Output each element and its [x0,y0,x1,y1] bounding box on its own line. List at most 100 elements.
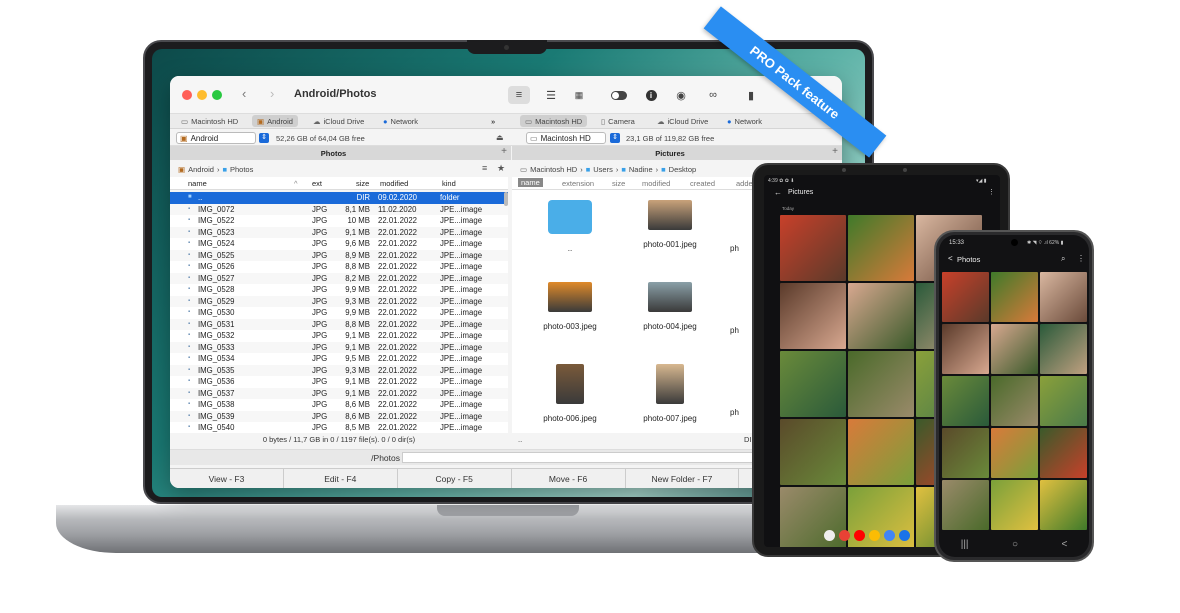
back-arrow-icon[interactable]: ← [774,188,782,197]
back-icon[interactable]: ‹ [242,86,246,101]
photo-tile[interactable] [991,480,1038,530]
col-size[interactable]: size [356,179,369,188]
col-ext[interactable]: ext [312,179,322,188]
photo-tile[interactable] [780,419,846,485]
col-modified-right[interactable]: modified [642,179,670,188]
back-icon[interactable]: < [1061,539,1067,550]
scrollbar[interactable] [504,192,508,206]
breadcrumb-item[interactable]: Users [593,165,613,174]
photo-tile[interactable] [991,376,1038,426]
right-drive-select[interactable]: ▭ Macintosh HD [526,132,606,144]
tab-icloud-left[interactable]: ☁ iCloud Drive [308,115,369,127]
info-icon[interactable]: i [640,86,662,104]
photo-thumbnail[interactable]: photo-001.jpeg [630,200,710,249]
photo-tile[interactable] [1040,272,1087,322]
new-folder-button[interactable]: New Folder - F7 [626,469,740,488]
search-icon[interactable]: ⌕ [1061,254,1065,264]
add-tab-icon-left[interactable]: + [497,146,511,160]
photo-thumbnail[interactable]: photo-003.jpeg [530,282,610,331]
table-row[interactable]: ▪ IMG_0523 JPG 9,1 MB 22.01.2022 JPE...image [170,226,508,238]
photo-tile[interactable] [991,428,1038,478]
folder-thumbnail[interactable]: .. [530,200,610,253]
photo-tile[interactable] [942,272,989,322]
table-row[interactable]: ■.. DIR 09.02.2020 folder [170,192,508,204]
photo-tile[interactable] [848,215,914,281]
star-icon[interactable]: ★ [497,163,505,174]
table-row[interactable]: ▪ IMG_0538 JPG 8,6 MB 22.01.2022 JPE...image [170,399,508,411]
photos-icon[interactable] [869,529,880,541]
table-row[interactable]: ▪ IMG_0540 JPG 8,5 MB 22.01.2022 JPE...image [170,422,508,433]
col-extension[interactable]: extension [562,179,594,188]
tablet-menu-icon[interactable]: ⋮ [988,188,995,196]
app-icon[interactable] [824,529,835,541]
left-drive-select[interactable]: ▣ Android [176,132,256,144]
photo-thumbnail[interactable]: photo-006.jpeg [530,364,610,423]
tab-macintosh-hd-right[interactable]: ▭ Macintosh HD [520,115,588,127]
table-row[interactable]: ▪ IMG_0535 JPG 9,3 MB 22.01.2022 JPE...image [170,364,508,376]
photo-tile[interactable] [848,351,914,417]
table-row[interactable]: ▪ IMG_0524 JPG 9,6 MB 22.01.2022 JPE...image [170,238,508,250]
move-button[interactable]: Move - F6 [512,469,626,488]
photo-tile[interactable] [942,428,989,478]
photo-tile[interactable] [991,272,1038,322]
photo-tile[interactable] [780,215,846,281]
col-created[interactable]: created [690,179,715,188]
col-kind[interactable]: kind [442,179,456,188]
eye-icon[interactable]: ◉ [670,86,692,104]
list-view-icon[interactable]: ≡ [508,86,530,104]
table-row[interactable]: ▪ IMG_0539 JPG 8,6 MB 22.01.2022 JPE...image [170,410,508,422]
home-icon[interactable]: ○ [1012,539,1018,550]
photo-tile[interactable] [848,419,914,485]
breadcrumb-item[interactable]: Android [188,165,214,174]
eject-icon[interactable]: ⏏ [496,133,504,142]
right-drive-dropdown-icon[interactable]: ⇕ [610,133,620,143]
binoculars-icon[interactable]: ∞ [702,86,724,104]
table-row[interactable]: ▪ IMG_0532 JPG 9,1 MB 22.01.2022 JPE...image [170,330,508,342]
forward-icon[interactable]: › [270,86,274,101]
copy-button[interactable]: Copy - F5 [398,469,512,488]
table-row[interactable]: ▪ IMG_0522 JPG 10 MB 22.01.2022 JPE...image [170,215,508,227]
photo-tile[interactable] [1040,480,1087,530]
breadcrumb-item[interactable]: Nadine [629,165,653,174]
photo-tile[interactable] [1040,376,1087,426]
left-drive-dropdown-icon[interactable]: ⇕ [259,133,269,143]
photo-tile[interactable] [942,376,989,426]
tab-macintosh-hd-left[interactable]: ▭ Macintosh HD [176,115,243,127]
col-size-right[interactable]: size [612,179,625,188]
files-icon[interactable] [899,529,910,541]
breadcrumb-item[interactable]: Photos [230,165,253,174]
tab-camera[interactable]: ▯ Camera [596,115,640,127]
menu-icon[interactable]: ≡ [482,163,487,173]
table-row[interactable]: ▪ IMG_0536 JPG 9,1 MB 22.01.2022 JPE...image [170,376,508,388]
edit-button[interactable]: Edit - F4 [284,469,398,488]
table-row[interactable]: ▪ IMG_0528 JPG 9,9 MB 22.01.2022 JPE...image [170,284,508,296]
col-name[interactable]: name [188,179,207,188]
photo-tile[interactable] [942,324,989,374]
zoom-button[interactable] [212,90,222,100]
minimize-button[interactable] [197,90,207,100]
photo-tile[interactable] [942,480,989,530]
phone-menu-icon[interactable]: ⋮ [1077,254,1085,263]
more-tabs-icon[interactable]: » [486,115,500,127]
table-row[interactable]: ▪ IMG_0534 JPG 9,5 MB 22.01.2022 JPE...image [170,353,508,365]
photo-tile[interactable] [848,283,914,349]
grid-view-icon[interactable]: ▦ [568,86,590,104]
youtube-icon[interactable] [854,529,865,541]
chrome-icon[interactable] [839,529,850,541]
col-name-right[interactable]: name [518,178,543,187]
toggle-icon[interactable] [608,86,630,104]
photo-tile[interactable] [1040,428,1087,478]
photo-tile[interactable] [780,351,846,417]
table-row[interactable]: ▪ IMG_0526 JPG 8,8 MB 22.01.2022 JPE...image [170,261,508,273]
photo-tile[interactable] [991,324,1038,374]
table-row[interactable]: ▪ IMG_0529 JPG 9,3 MB 22.01.2022 JPE...image [170,295,508,307]
phone-back-icon[interactable]: < [948,254,953,263]
breadcrumb-item[interactable]: Macintosh HD [530,165,577,174]
col-added[interactable]: adde [736,179,753,188]
table-row[interactable]: ▪ IMG_0527 JPG 8,2 MB 22.01.2022 JPE...image [170,272,508,284]
table-row[interactable]: ▪ IMG_0533 JPG 9,1 MB 22.01.2022 JPE...image [170,341,508,353]
photo-tile[interactable] [780,283,846,349]
tab-network-right[interactable]: ● Network [722,115,767,127]
table-row[interactable]: ▪ IMG_0531 JPG 8,8 MB 22.01.2022 JPE...image [170,318,508,330]
camera-icon[interactable] [884,529,895,541]
